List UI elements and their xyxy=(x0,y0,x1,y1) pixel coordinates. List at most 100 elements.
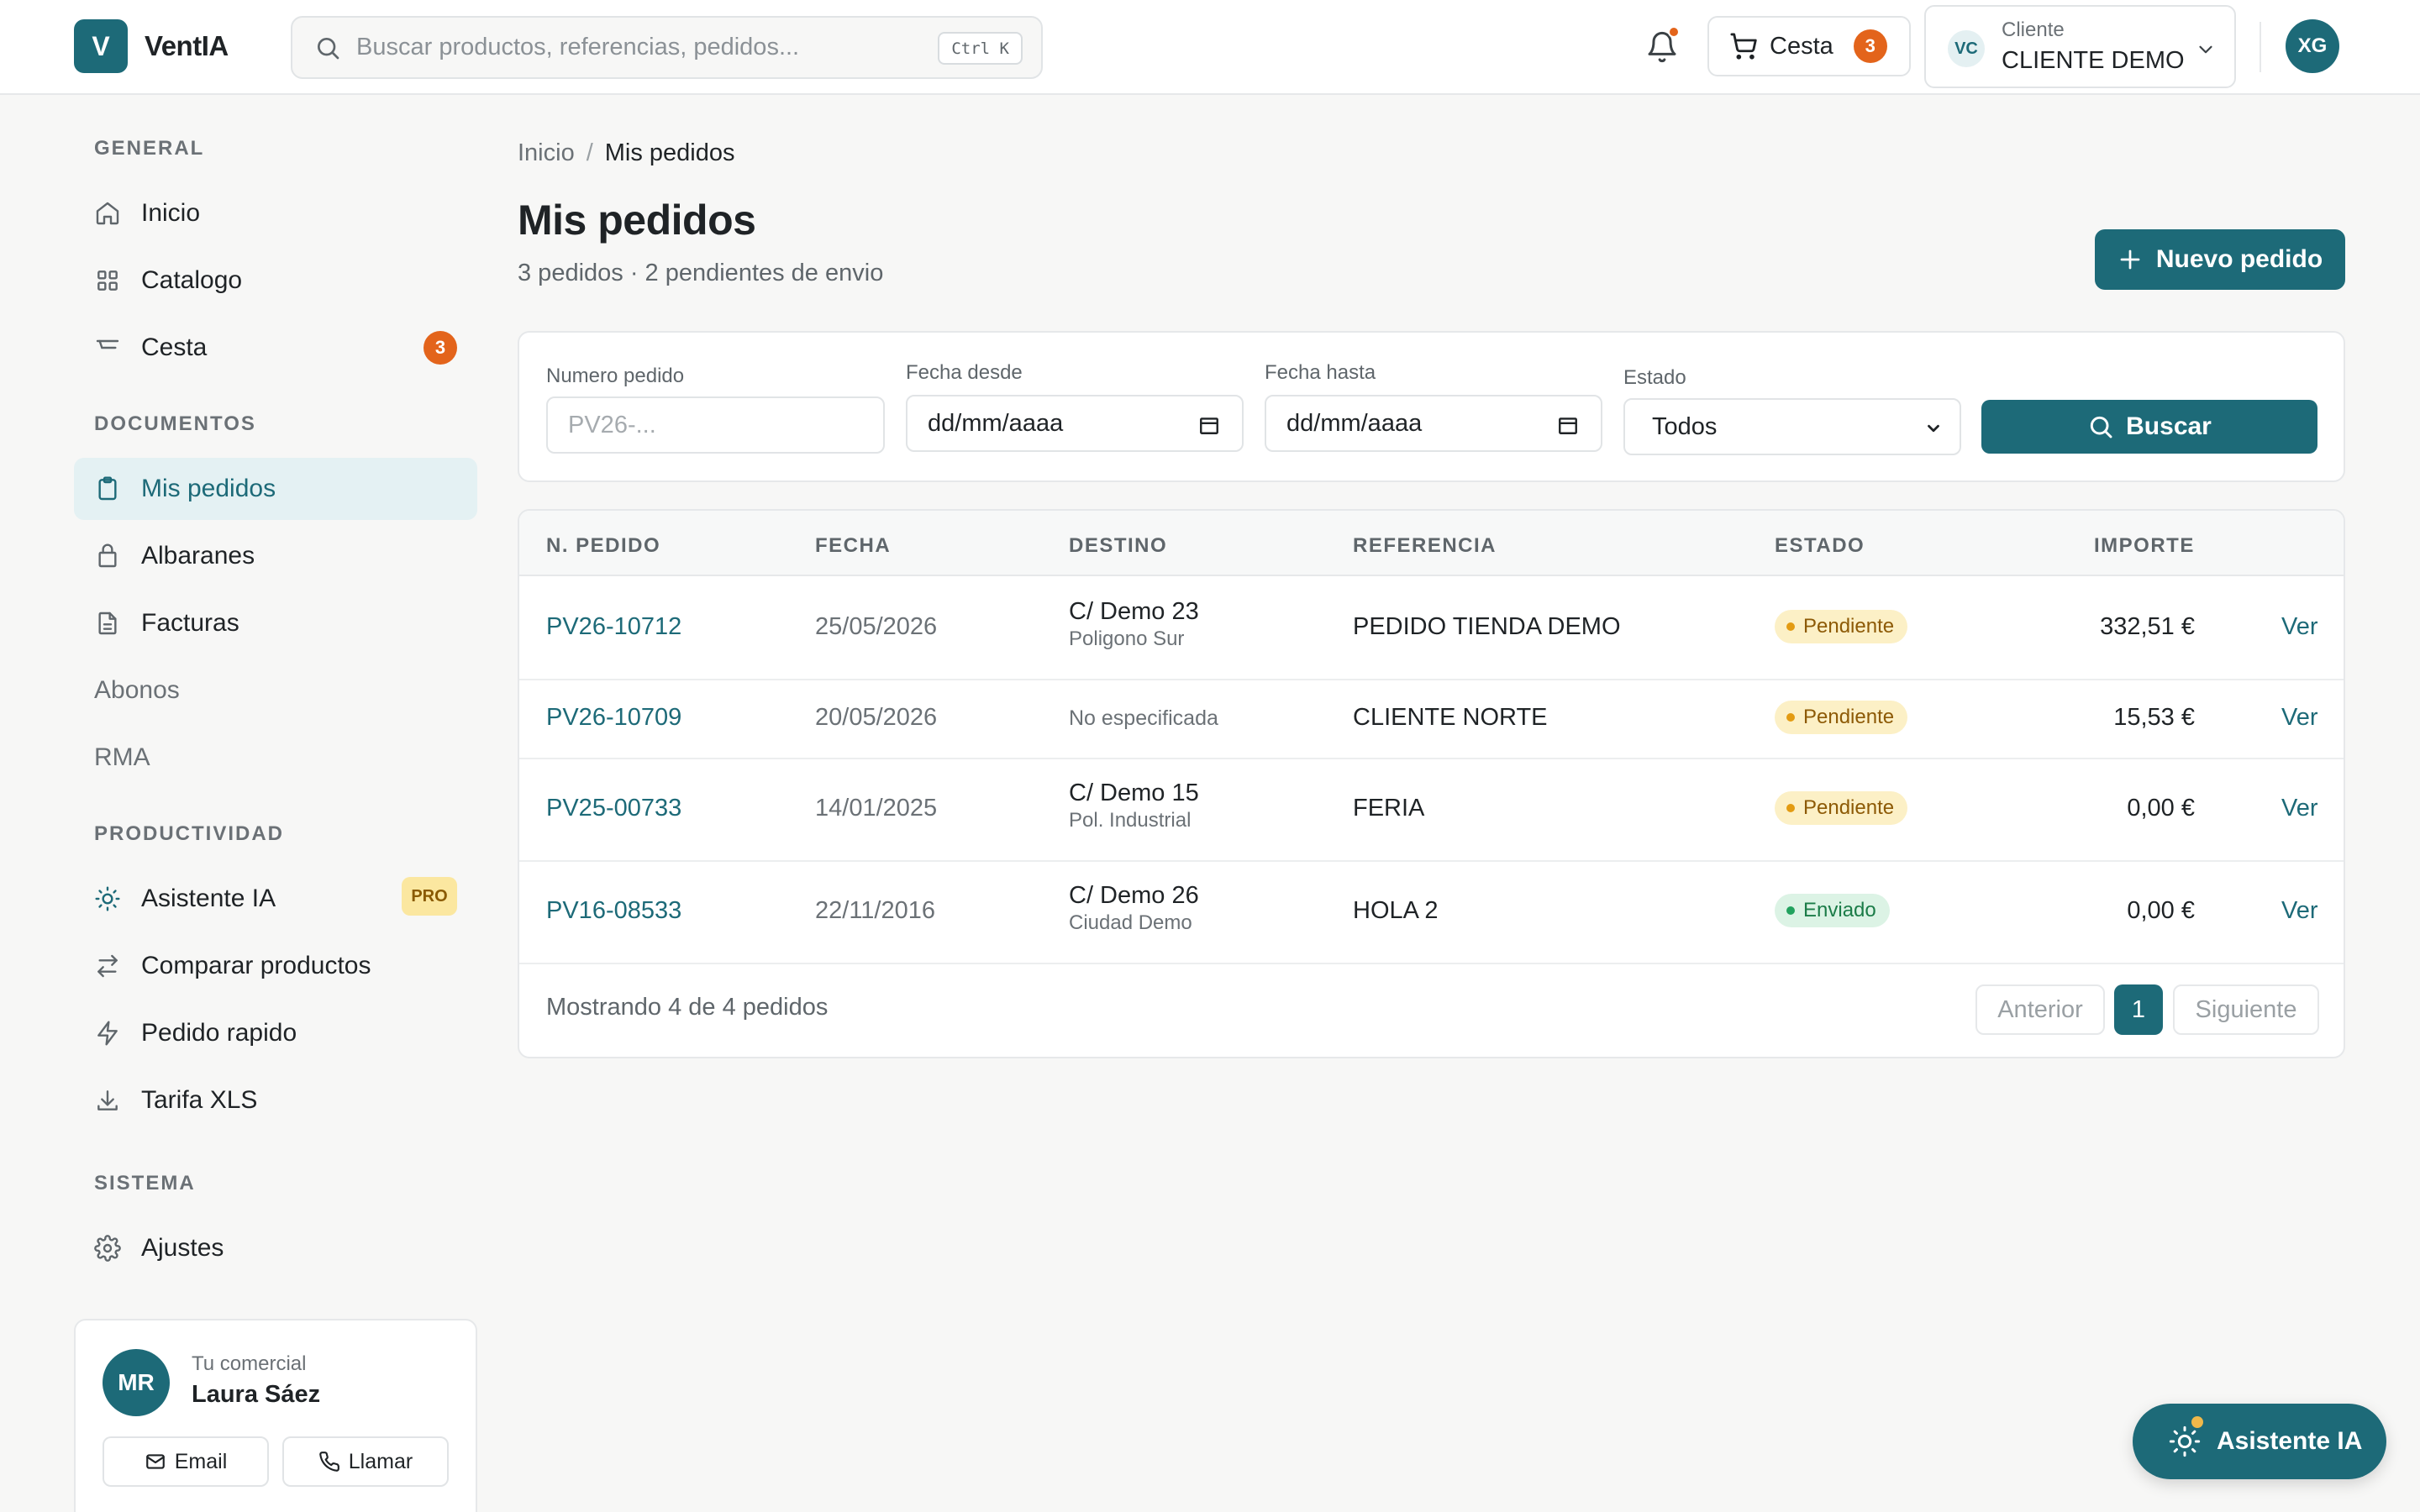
sidebar-item-label: RMA xyxy=(94,743,150,771)
sidebar-item-mis-pedidos[interactable]: Mis pedidos xyxy=(74,458,477,520)
plus-icon xyxy=(2120,249,2140,270)
status-text: Pendiente xyxy=(1803,615,1895,638)
sidebar-item-facturas[interactable]: Facturas xyxy=(74,592,477,654)
table-row[interactable]: PV26-10712 25/05/2026 C/ Demo 23 Poligon… xyxy=(519,576,2344,680)
order-number-link[interactable]: PV16-08533 xyxy=(546,897,681,925)
order-number-label: Numero pedido xyxy=(546,365,685,387)
date-to-input[interactable]: dd/mm/aaaa xyxy=(1265,395,1602,452)
view-order-link[interactable]: Ver xyxy=(2281,897,2318,925)
pagination-prev-button[interactable]: Anterior xyxy=(1975,984,2105,1035)
status-label: Estado xyxy=(1623,366,1686,389)
search-input[interactable] xyxy=(356,34,936,61)
home-icon xyxy=(96,202,119,225)
clipboard-icon xyxy=(98,476,117,501)
sidebar-item-inicio[interactable]: Inicio xyxy=(74,182,477,244)
sidebar-item-pedido-rapido[interactable]: Pedido rapido xyxy=(74,1002,477,1064)
order-number-input[interactable]: PV26-... xyxy=(546,396,885,454)
brand-logo: V xyxy=(74,19,128,73)
status-text: Enviado xyxy=(1803,899,1876,921)
brand-name: VentIA xyxy=(145,30,229,61)
download-icon xyxy=(97,1090,118,1110)
basket-icon xyxy=(96,339,119,349)
brand[interactable]: V VentIA xyxy=(74,19,229,73)
sidebar-item-label: Pedido rapido xyxy=(141,1019,297,1047)
section-general: GENERAL xyxy=(94,137,205,160)
destination-line1: C/ Demo 23 xyxy=(1069,598,1199,625)
date-from-input[interactable]: dd/mm/aaaa xyxy=(906,395,1244,452)
order-date: 14/01/2025 xyxy=(815,795,938,822)
lightbulb-icon xyxy=(2169,1425,2201,1457)
order-reference: FERIA xyxy=(1353,795,1425,822)
col-ref-header[interactable]: REFERENCIA xyxy=(1353,534,1497,558)
view-order-link[interactable]: Ver xyxy=(2281,704,2318,732)
sidebar-item-cesta[interactable]: Cesta 3 xyxy=(74,317,477,379)
breadcrumb-home-link[interactable]: Inicio xyxy=(518,139,575,167)
sidebar-item-abonos[interactable]: Abonos xyxy=(74,659,477,722)
destination-line2: Pol. Industrial xyxy=(1069,809,1192,832)
mail-icon xyxy=(145,1454,165,1469)
gear-icon xyxy=(94,1235,121,1262)
rep-label: Tu comercial xyxy=(192,1352,307,1375)
lightbulb-icon xyxy=(95,886,120,911)
sidebar-item-comparar[interactable]: Comparar productos xyxy=(74,935,477,997)
col-date-header[interactable]: FECHA xyxy=(815,534,891,558)
destination-line2: Poligono Sur xyxy=(1069,627,1185,650)
status-select[interactable]: Todos xyxy=(1623,398,1961,455)
cart-button[interactable]: Cesta 3 xyxy=(1707,16,1911,76)
order-number-link[interactable]: PV26-10709 xyxy=(546,704,681,732)
section-documentos: DOCUMENTOS xyxy=(94,412,256,435)
order-amount: 332,51 € xyxy=(2100,613,2195,640)
calendar-icon[interactable] xyxy=(1557,414,1579,436)
col-dest-header[interactable]: DESTINO xyxy=(1069,534,1167,558)
rep-call-button[interactable]: Llamar xyxy=(282,1436,449,1487)
pagination-page-1[interactable]: 1 xyxy=(2114,984,2163,1035)
sidebar-item-label: Abonos xyxy=(94,676,180,704)
client-label: Cliente xyxy=(2002,18,2065,41)
page-title: Mis pedidos xyxy=(518,197,756,244)
cart-label: Cesta xyxy=(1770,32,1833,60)
new-order-button[interactable]: Nuevo pedido xyxy=(2095,229,2345,290)
sidebar-item-ajustes[interactable]: Ajustes xyxy=(74,1217,477,1279)
sidebar-item-asistente-ia[interactable]: Asistente IA PRO xyxy=(74,868,477,930)
assistant-fab-button[interactable]: Asistente IA xyxy=(2133,1404,2386,1479)
order-amount: 0,00 € xyxy=(2127,897,2195,924)
search-button[interactable]: Buscar xyxy=(1981,400,2317,454)
sidebar-item-albaranes[interactable]: Albaranes xyxy=(74,525,477,587)
col-amount-header[interactable]: IMPORTE xyxy=(2094,534,2195,558)
calendar-icon[interactable] xyxy=(1198,414,1220,436)
rep-avatar: MR xyxy=(103,1349,170,1416)
order-destination: C/ Demo 23 Poligono Sur xyxy=(1069,598,1199,651)
col-order-header[interactable]: N. PEDIDO xyxy=(546,534,660,558)
top-header: V VentIA Ctrl K Cesta 3 VC Cliente CLIEN… xyxy=(0,0,2420,95)
order-number-link[interactable]: PV26-10712 xyxy=(546,613,681,641)
status-badge: Enviado xyxy=(1775,894,1890,927)
user-avatar[interactable]: XG xyxy=(2286,19,2339,73)
table-row[interactable]: PV25-00733 14/01/2025 C/ Demo 15 Pol. In… xyxy=(519,759,2344,862)
order-number-link[interactable]: PV25-00733 xyxy=(546,795,681,822)
sidebar-item-tarifa[interactable]: Tarifa XLS xyxy=(74,1069,477,1131)
order-amount: 0,00 € xyxy=(2127,795,2195,822)
table-row[interactable]: PV26-10709 20/05/2026 No especificada CL… xyxy=(519,680,2344,759)
status-dot xyxy=(1786,622,1795,631)
sidebar-item-rma[interactable]: RMA xyxy=(74,727,477,789)
view-order-link[interactable]: Ver xyxy=(2281,613,2318,641)
client-selector[interactable]: VC Cliente CLIENTE DEMO xyxy=(1924,5,2236,88)
sidebar-item-label: Tarifa XLS xyxy=(141,1086,258,1114)
client-avatar: VC xyxy=(1948,30,1985,67)
rep-email-button[interactable]: Email xyxy=(103,1436,269,1487)
pagination-next-button[interactable]: Siguiente xyxy=(2173,984,2319,1035)
table-row[interactable]: PV16-08533 22/11/2016 C/ Demo 26 Ciudad … xyxy=(519,862,2344,964)
new-order-label: Nuevo pedido xyxy=(2155,245,2323,273)
sales-rep-card: MR Tu comercial Laura Sáez Email Llamar xyxy=(74,1319,477,1512)
breadcrumb-separator: / xyxy=(586,139,593,166)
cesta-count-badge: 3 xyxy=(424,331,457,365)
global-search[interactable]: Ctrl K xyxy=(291,16,1043,79)
sidebar-item-label: Comparar productos xyxy=(141,952,371,979)
status-badge: Pendiente xyxy=(1775,610,1908,643)
section-productividad: PRODUCTIVIDAD xyxy=(94,822,285,845)
view-order-link[interactable]: Ver xyxy=(2281,795,2318,822)
sidebar-item-label: Cesta xyxy=(141,333,208,361)
destination-line2: Ciudad Demo xyxy=(1069,911,1192,934)
sidebar-item-catalogo[interactable]: Catalogo xyxy=(74,249,477,312)
col-status-header[interactable]: ESTADO xyxy=(1775,534,1865,558)
